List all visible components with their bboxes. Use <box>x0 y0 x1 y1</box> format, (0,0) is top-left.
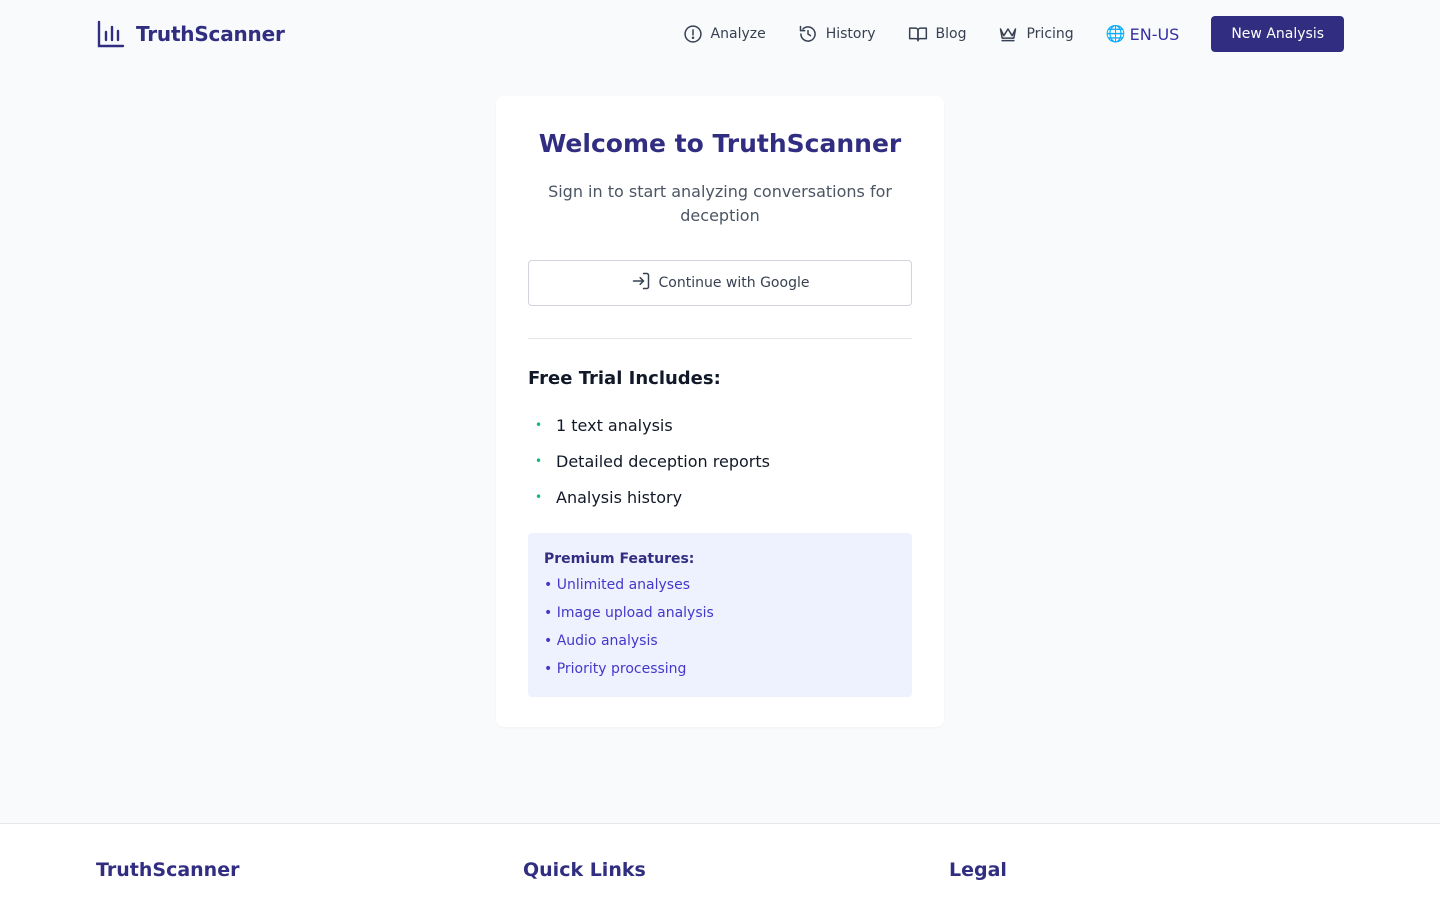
nav-item-blog[interactable]: Blog <box>908 24 967 44</box>
nav-item-label: Analyze <box>710 26 766 42</box>
list-item: • Detailed deception reports <box>528 443 912 479</box>
list-item: • Image upload analysis <box>544 605 714 621</box>
list-item: • Priority processing <box>544 661 687 677</box>
trial-title: Free Trial Includes: <box>528 368 721 389</box>
bullet-dot: • <box>535 454 543 468</box>
top-nav-bar: TruthScanner Analyze History Blog Pricin… <box>0 0 1440 68</box>
card-subtitle: Sign in to start analyzing conversations… <box>548 182 892 225</box>
bullet-dot: • <box>535 490 543 504</box>
footer-heading-quick-links: Quick Links <box>523 859 646 881</box>
trial-list: • 1 text analysis • Detailed deception r… <box>528 407 912 515</box>
globe-icon: 🌐 <box>1105 24 1126 43</box>
sign-in-icon <box>631 271 651 295</box>
google-button-label: Continue with Google <box>658 275 810 291</box>
alert-circle-icon <box>683 24 703 44</box>
footer-heading-brand: TruthScanner <box>96 859 240 881</box>
list-item: • Audio analysis <box>544 633 658 649</box>
trial-item-label: 1 text analysis <box>556 415 673 435</box>
list-item: • 1 text analysis <box>528 407 912 443</box>
trial-item-label: Analysis history <box>556 487 683 507</box>
language-selector[interactable]: 🌐 EN-US <box>1106 25 1180 44</box>
history-icon <box>798 24 818 44</box>
footer: TruthScanner Quick Links Legal <box>0 823 1440 900</box>
nav-item-label: History <box>825 26 876 42</box>
book-open-icon <box>908 24 928 44</box>
main-nav: Analyze History Blog Pricing 🌐 EN-US New… <box>683 16 1344 52</box>
divider <box>528 338 912 339</box>
premium-title: Premium Features: <box>544 551 695 567</box>
nav-item-pricing[interactable]: Pricing <box>998 24 1074 44</box>
sign-in-card: Welcome to TruthScanner Sign in to start… <box>496 96 944 727</box>
list-item: • Unlimited analyses <box>544 577 690 593</box>
footer-heading-legal: Legal <box>949 859 1007 881</box>
nav-item-label: Pricing <box>1026 26 1074 42</box>
brand-name: TruthScanner <box>136 22 285 46</box>
crown-icon <box>998 24 1018 44</box>
card-title: Welcome to TruthScanner <box>538 129 902 158</box>
trial-item-label: Detailed deception reports <box>556 451 770 471</box>
new-analysis-button[interactable]: New Analysis <box>1211 16 1344 52</box>
nav-item-analyze[interactable]: Analyze <box>683 24 766 44</box>
premium-list: • Unlimited analyses • Image upload anal… <box>544 571 896 683</box>
nav-item-label: Blog <box>935 26 967 42</box>
nav-item-history[interactable]: History <box>798 24 876 44</box>
list-item: • Analysis history <box>528 479 912 515</box>
google-sign-in-button[interactable]: Continue with Google <box>528 260 912 306</box>
brand-logo[interactable]: TruthScanner <box>96 19 285 49</box>
bar-chart-icon <box>96 19 126 49</box>
language-label: EN-US <box>1129 24 1180 44</box>
bullet-dot: • <box>535 418 543 432</box>
premium-features-box: Premium Features: • Unlimited analyses •… <box>528 533 912 697</box>
